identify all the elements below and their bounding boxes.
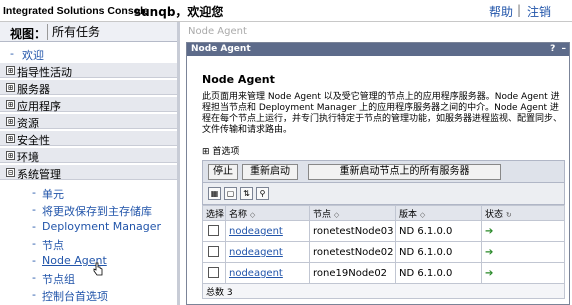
nav-category-label: 资源 [17, 117, 39, 130]
row-checkbox[interactable] [208, 267, 219, 279]
hand-cursor-icon [93, 262, 103, 276]
nav-category-label: 应用程序 [17, 100, 61, 113]
total-count: 3 [226, 287, 233, 298]
nodeagent-link[interactable]: nodeagent [229, 247, 283, 258]
nav-category-label: 服务器 [17, 83, 50, 96]
portlet-body: Node Agent 此页面用来管理 Node Agent 以及受它管理的节点上… [187, 56, 569, 304]
node-cell: ronetestNode03 [309, 220, 396, 242]
top-banner: Integrated Solutions Console sunqb，欢迎您 帮… [0, 0, 572, 22]
nav-category-label: 安全性 [17, 134, 50, 147]
col-node[interactable]: 节点 ◇ [309, 205, 396, 221]
clear-filter-icon[interactable]: ⚲ [256, 187, 269, 200]
view-select[interactable]: 所有任务 [47, 24, 175, 40]
node-cell: rone19Node02 [309, 262, 396, 284]
nav-category-security[interactable]: ⊞ 安全性 [0, 130, 177, 147]
nav-category-servers[interactable]: ⊞ 服务器 [0, 79, 177, 96]
table-row: nodeagent ronetestNode03 ND 6.1.0.0 ➔ [202, 220, 565, 242]
nav-category-environment[interactable]: ⊞ 环境 [0, 147, 177, 164]
row-checkbox[interactable] [208, 225, 219, 237]
action-bar: 停止 重新启动 重新启动节点上的所有服务器 [202, 160, 565, 183]
help-icon[interactable]: ? [550, 43, 555, 56]
started-status-icon: ➔ [485, 267, 494, 279]
nav-item-cell[interactable]: - 单元 [32, 186, 64, 202]
table-total-row: 总数 3 [202, 283, 565, 299]
started-status-icon: ➔ [485, 225, 494, 237]
total-label: 总数 [206, 287, 225, 298]
preferences-label[interactable]: 首选项 [212, 147, 239, 157]
page-description: 此页面用来管理 Node Agent 以及受它管理的节点上的应用程序服务器。No… [202, 92, 563, 135]
nav-item-deployment-manager[interactable]: - Deployment Manager [32, 220, 161, 233]
portlet-title: Node Agent [191, 44, 251, 54]
nav-item-console-preferences[interactable]: - 控制台首选项 [32, 288, 108, 304]
collapse-icon[interactable]: ⊟ [6, 168, 15, 177]
expand-icon[interactable]: ⊞ [6, 151, 15, 160]
node-cell: ronetestNode02 [309, 241, 396, 263]
restart-button[interactable]: 重新启动 [242, 164, 298, 180]
col-version[interactable]: 版本 ◇ [395, 205, 482, 221]
portlet-title-bar: Node Agent ? – [187, 43, 569, 56]
view-label: 视图： [10, 27, 47, 41]
expand-icon[interactable]: ⊞ [6, 83, 15, 92]
filter-icon[interactable]: ⇅ [240, 187, 253, 200]
col-status[interactable]: 状态 ↻ [481, 205, 565, 221]
node-agent-portlet: Node Agent ? – Node Agent 此页面用来管理 Node A… [186, 42, 570, 305]
deselect-all-icon[interactable]: ▢ [224, 187, 237, 200]
nav-item-node-groups[interactable]: - 节点组 [32, 271, 75, 287]
expand-icon[interactable]: ⊞ [6, 117, 15, 126]
col-select: 选择 [202, 205, 226, 221]
expand-icon[interactable]: ⊞ [6, 100, 15, 109]
nav-category-resources[interactable]: ⊞ 资源 [0, 113, 177, 130]
banner-separator: | [517, 3, 522, 17]
main-content: Node Agent Node Agent ? – Node Agent 此页面… [183, 22, 572, 305]
nodeagent-link[interactable]: nodeagent [229, 226, 283, 237]
select-all-icon[interactable]: ▦ [208, 187, 221, 200]
welcome-link[interactable]: 欢迎 [22, 47, 44, 63]
minimize-icon[interactable]: – [562, 43, 567, 56]
welcome-bullet: - [10, 47, 14, 60]
version-cell: ND 6.1.0.0 [395, 262, 482, 284]
user-welcome: sunqb，欢迎您 [134, 5, 224, 19]
view-header: 视图： 所有任务 [0, 22, 177, 42]
nav-item-save-changes[interactable]: - 将更改保存到主存储库 [32, 203, 152, 219]
nav-category-label: 环境 [17, 151, 39, 164]
page-title: Node Agent [202, 73, 275, 86]
version-cell: ND 6.1.0.0 [395, 241, 482, 263]
table-toolbar: ▦ ▢ ⇅ ⚲ [202, 183, 565, 205]
table-row: nodeagent ronetestNode02 ND 6.1.0.0 ➔ [202, 241, 565, 263]
nav-category-guided-activities[interactable]: ⊞ 指导性活动 [0, 62, 177, 79]
logout-link[interactable]: 注销 [527, 3, 551, 20]
started-status-icon: ➔ [485, 246, 494, 258]
nav-category-applications[interactable]: ⊞ 应用程序 [0, 96, 177, 113]
nav-category-system-admin[interactable]: ⊟ 系统管理 [0, 164, 177, 181]
expand-icon[interactable]: ⊞ [6, 134, 15, 143]
table-row: nodeagent rone19Node02 ND 6.1.0.0 ➔ [202, 262, 565, 284]
node-agent-table: 选择 名称 ◇ 节点 ◇ 版本 ◇ 状态 ↻ nodeagent ronetes… [202, 205, 565, 299]
stop-button[interactable]: 停止 [208, 164, 238, 180]
product-name: Integrated Solutions Console [3, 5, 149, 17]
refresh-icon: ↻ [505, 210, 512, 219]
help-link[interactable]: 帮助 [489, 3, 513, 20]
navigation-tree: 视图： 所有任务 - 欢迎 ⊞ 指导性活动 ⊞ 服务器 ⊞ 应用程序 ⊞ 资源 … [0, 22, 180, 305]
version-cell: ND 6.1.0.0 [395, 220, 482, 242]
expand-icon[interactable]: ⊞ [202, 147, 210, 157]
preferences-toggle[interactable]: ⊞ 首选项 [202, 144, 239, 157]
nav-category-label: 指导性活动 [17, 66, 72, 79]
restart-all-servers-button[interactable]: 重新启动节点上的所有服务器 [308, 164, 501, 180]
breadcrumb: Node Agent [188, 26, 247, 37]
col-name[interactable]: 名称 ◇ [225, 205, 310, 221]
nav-category-label: 系统管理 [17, 168, 61, 181]
expand-icon[interactable]: ⊞ [6, 66, 15, 75]
portlet-controls: ? – [547, 43, 566, 56]
table-header-row: 选择 名称 ◇ 节点 ◇ 版本 ◇ 状态 ↻ [202, 205, 565, 221]
nodeagent-link[interactable]: nodeagent [229, 268, 283, 279]
row-checkbox[interactable] [208, 246, 219, 258]
nav-item-nodes[interactable]: - 节点 [32, 237, 64, 253]
